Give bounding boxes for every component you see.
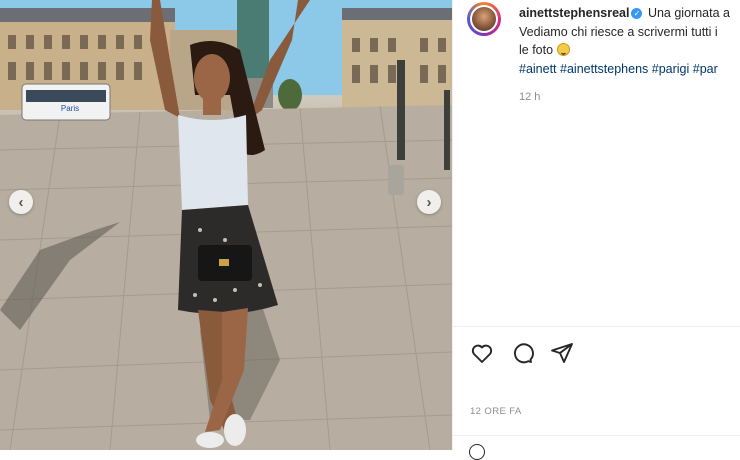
caption-text-1: Una giornata a [647, 6, 730, 20]
caption-text-2: Vediamo chi riesce a scrivermi tutti i [519, 24, 718, 39]
photo-scene: Paris [0, 0, 452, 450]
post-photo[interactable]: Paris ‹ › [0, 0, 452, 450]
heart-icon[interactable] [469, 340, 495, 366]
hashtag-link[interactable]: #ainettstephens [560, 62, 648, 76]
hashtag-link[interactable]: #par [693, 62, 718, 76]
hashtag-line: #ainett #ainettstephens #parigi #par [519, 60, 740, 79]
post-actions [469, 340, 575, 366]
next-arrow-glyph: › [426, 193, 432, 211]
username-link[interactable]: ainettstephensreal [519, 6, 629, 20]
prev-arrow-glyph: ‹ [18, 193, 24, 211]
post-date[interactable]: 12 ORE FA [470, 406, 522, 417]
caption-line-1: ainettstephensreal ✓ Una giornata a [519, 4, 740, 23]
comment-icon[interactable] [509, 340, 535, 366]
hashtag-link[interactable]: #ainett [519, 62, 557, 76]
smiley-icon [556, 43, 570, 56]
caption-text-3: le foto [519, 43, 554, 57]
share-icon[interactable] [549, 340, 575, 366]
verified-icon: ✓ [631, 8, 643, 19]
post-caption: ainettstephensreal ✓ Una giornata a Vedia… [519, 4, 740, 78]
chevron-right-icon[interactable]: › [417, 190, 441, 214]
divider [453, 326, 740, 327]
avatar-image [470, 5, 498, 33]
comment-avatar-icon [469, 444, 485, 460]
hashtag-link[interactable]: #parigi [652, 62, 690, 76]
divider [453, 435, 740, 436]
caption-line-3: le foto [519, 41, 740, 60]
caption-timestamp[interactable]: 12 h [519, 91, 540, 103]
bus-sign: Paris [61, 104, 79, 113]
avatar[interactable] [467, 2, 501, 36]
post-side-panel: ainettstephensreal ✓ Una giornata a Vedia… [452, 0, 740, 460]
chevron-left-icon[interactable]: ‹ [9, 190, 33, 214]
